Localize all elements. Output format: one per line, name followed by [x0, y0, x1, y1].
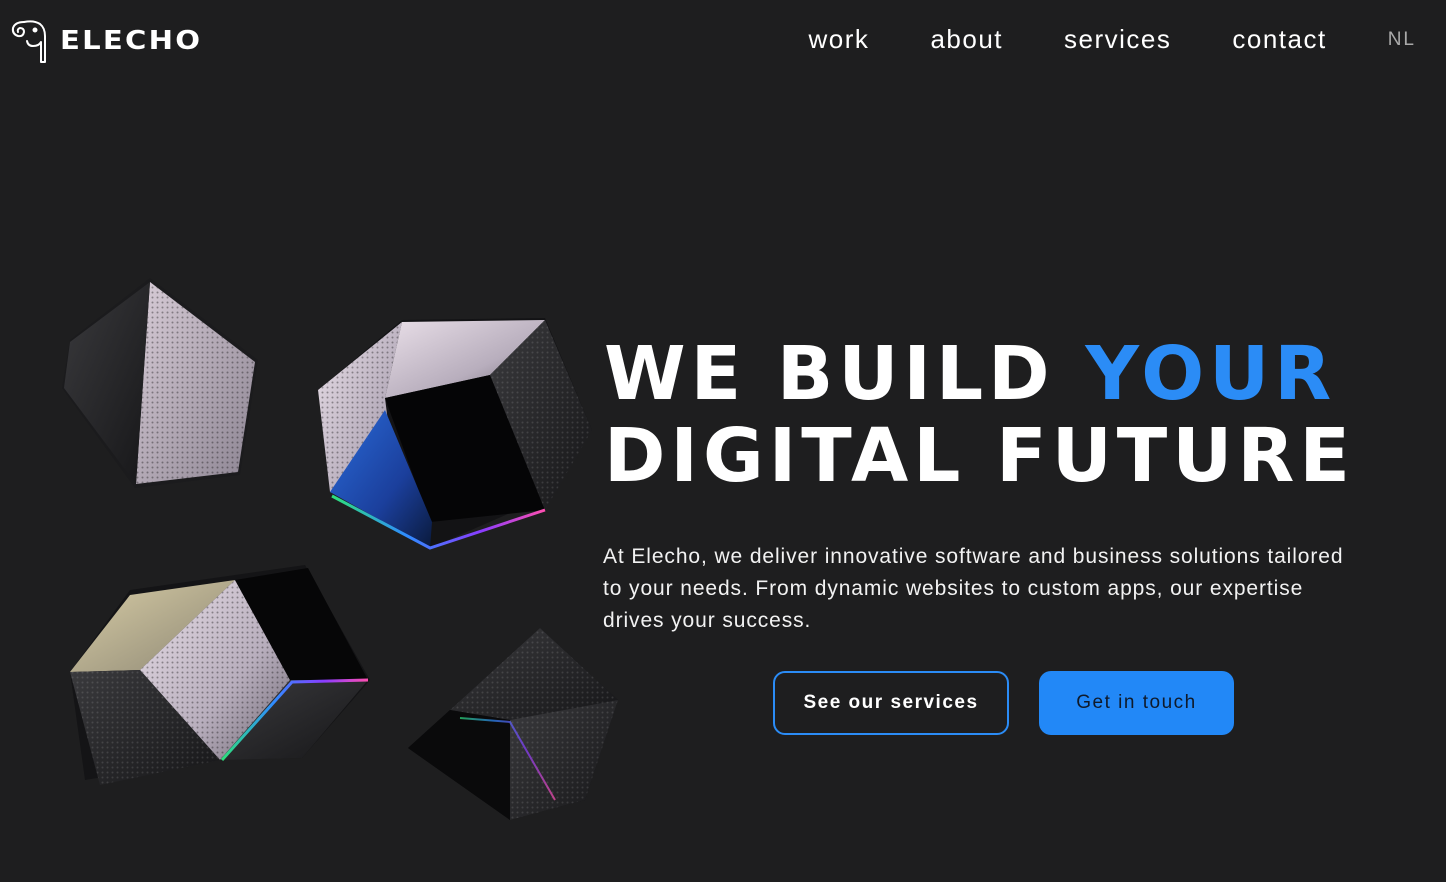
cube-top-middle	[318, 318, 592, 550]
cube-bottom-left	[70, 565, 370, 785]
nav-link-about[interactable]: about	[930, 24, 1003, 55]
brand-name: ELECHO	[60, 26, 203, 56]
nav-link-services[interactable]: services	[1064, 24, 1171, 55]
nav-link-contact[interactable]: contact	[1232, 24, 1326, 55]
floating-cubes-graphic	[62, 278, 618, 820]
hero-description: At Elecho, we deliver innovative softwar…	[603, 545, 1344, 632]
headline-accent: your	[1085, 331, 1337, 417]
headline-line-1: We BUILD your	[604, 333, 1355, 415]
main-nav: work about services contact NL	[809, 24, 1416, 55]
cube-top-left	[62, 278, 258, 488]
page: ELECHO work about services contact NL WE…	[0, 0, 1446, 882]
brand-logo-link[interactable]: ELECHO	[10, 18, 200, 64]
hero-illustration	[40, 260, 640, 860]
headline-text: We BUILD	[604, 331, 1086, 417]
elephant-trunk-icon	[10, 18, 48, 64]
headline-line-2: DIGITaL FUTUre	[604, 413, 1355, 499]
hero-headline: We BUILD your DIGITaL FUTUre	[604, 333, 1355, 497]
nav-link-work[interactable]: work	[809, 24, 870, 55]
get-in-touch-button[interactable]: Get in touch	[1039, 671, 1234, 735]
see-services-button[interactable]: See our services	[773, 671, 1009, 735]
cube-bottom-right	[408, 628, 618, 820]
language-switch[interactable]: NL	[1388, 29, 1416, 51]
